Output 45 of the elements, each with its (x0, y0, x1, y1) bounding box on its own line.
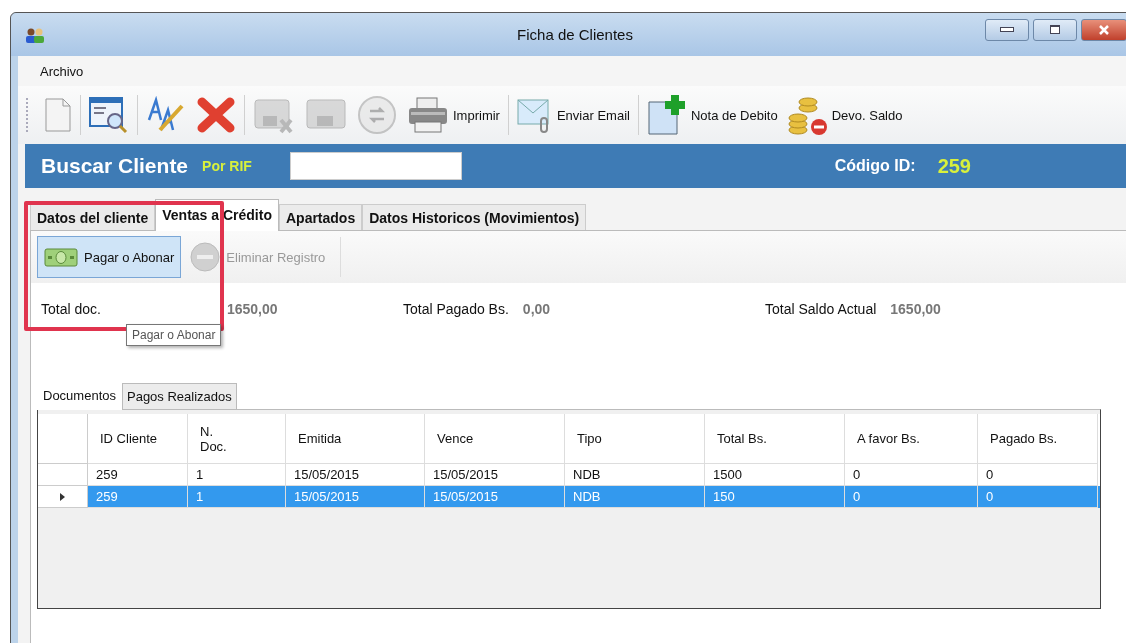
document-plus-icon (646, 94, 687, 136)
search-field[interactable] (289, 152, 462, 180)
table-cell: 15/05/2015 (425, 486, 565, 508)
toolbar-button[interactable]: Imprimir (405, 94, 502, 136)
menu-item[interactable]: Archivo (40, 63, 84, 79)
table-row[interactable]: 259 1 15/05/2015 15/05/2015 NDB 1500 0 0 (38, 464, 1100, 486)
total-label: Total Saldo Actual (765, 301, 877, 317)
total-label: Total doc. (41, 301, 101, 317)
users-icon (25, 26, 45, 43)
table-cell: NDB (565, 486, 705, 508)
minus-circle-icon (190, 242, 221, 272)
table-cell: 259 (88, 486, 188, 508)
table-cell: 0 (845, 486, 978, 508)
close-button[interactable] (1081, 18, 1126, 41)
table-cell: 1 (188, 486, 286, 508)
total-value: 1650,00 (890, 301, 941, 317)
coins-minus-icon (787, 94, 828, 136)
tab[interactable]: Datos Historicos (Movimientos) (362, 204, 587, 230)
maximize-button[interactable] (1033, 18, 1077, 41)
toolbar-button[interactable]: Devo. Saldo (785, 92, 905, 138)
minimize-button[interactable] (985, 18, 1029, 41)
total-value: 0,00 (522, 301, 551, 317)
code-label: Código ID: (834, 157, 916, 175)
tab[interactable]: Datos del cliente (30, 204, 156, 230)
tooltip: Pagar o Abonar (126, 324, 222, 346)
toolbar-button[interactable]: Nota de Debito (644, 92, 780, 138)
table-cell: 15/05/2015 (286, 486, 425, 508)
total-label: Total Pagado Bs. (403, 301, 509, 317)
close-icon (1099, 24, 1109, 35)
table-cell: 0 (978, 486, 1098, 508)
tab[interactable]: Pagos Realizados (122, 383, 237, 409)
action-button[interactable]: Pagar o Abonar (37, 236, 182, 278)
table-cell: 150 (705, 486, 845, 508)
search-title: Buscar Cliente (41, 154, 189, 178)
filter-label: Por RIF (202, 158, 252, 174)
printer-icon (407, 96, 449, 134)
toolbar-button[interactable]: Enviar Email (514, 94, 632, 136)
code-value: 259 (937, 154, 971, 178)
current-row-icon (60, 492, 65, 501)
total-value: 1650,00 (226, 301, 278, 317)
window-title: Ficha de Clientes (516, 26, 634, 43)
tab[interactable]: Apartados (278, 204, 363, 230)
tab[interactable]: Ventas a Crédito (155, 199, 279, 231)
banknote-icon (44, 246, 78, 268)
toolbar-grip[interactable] (26, 98, 30, 132)
